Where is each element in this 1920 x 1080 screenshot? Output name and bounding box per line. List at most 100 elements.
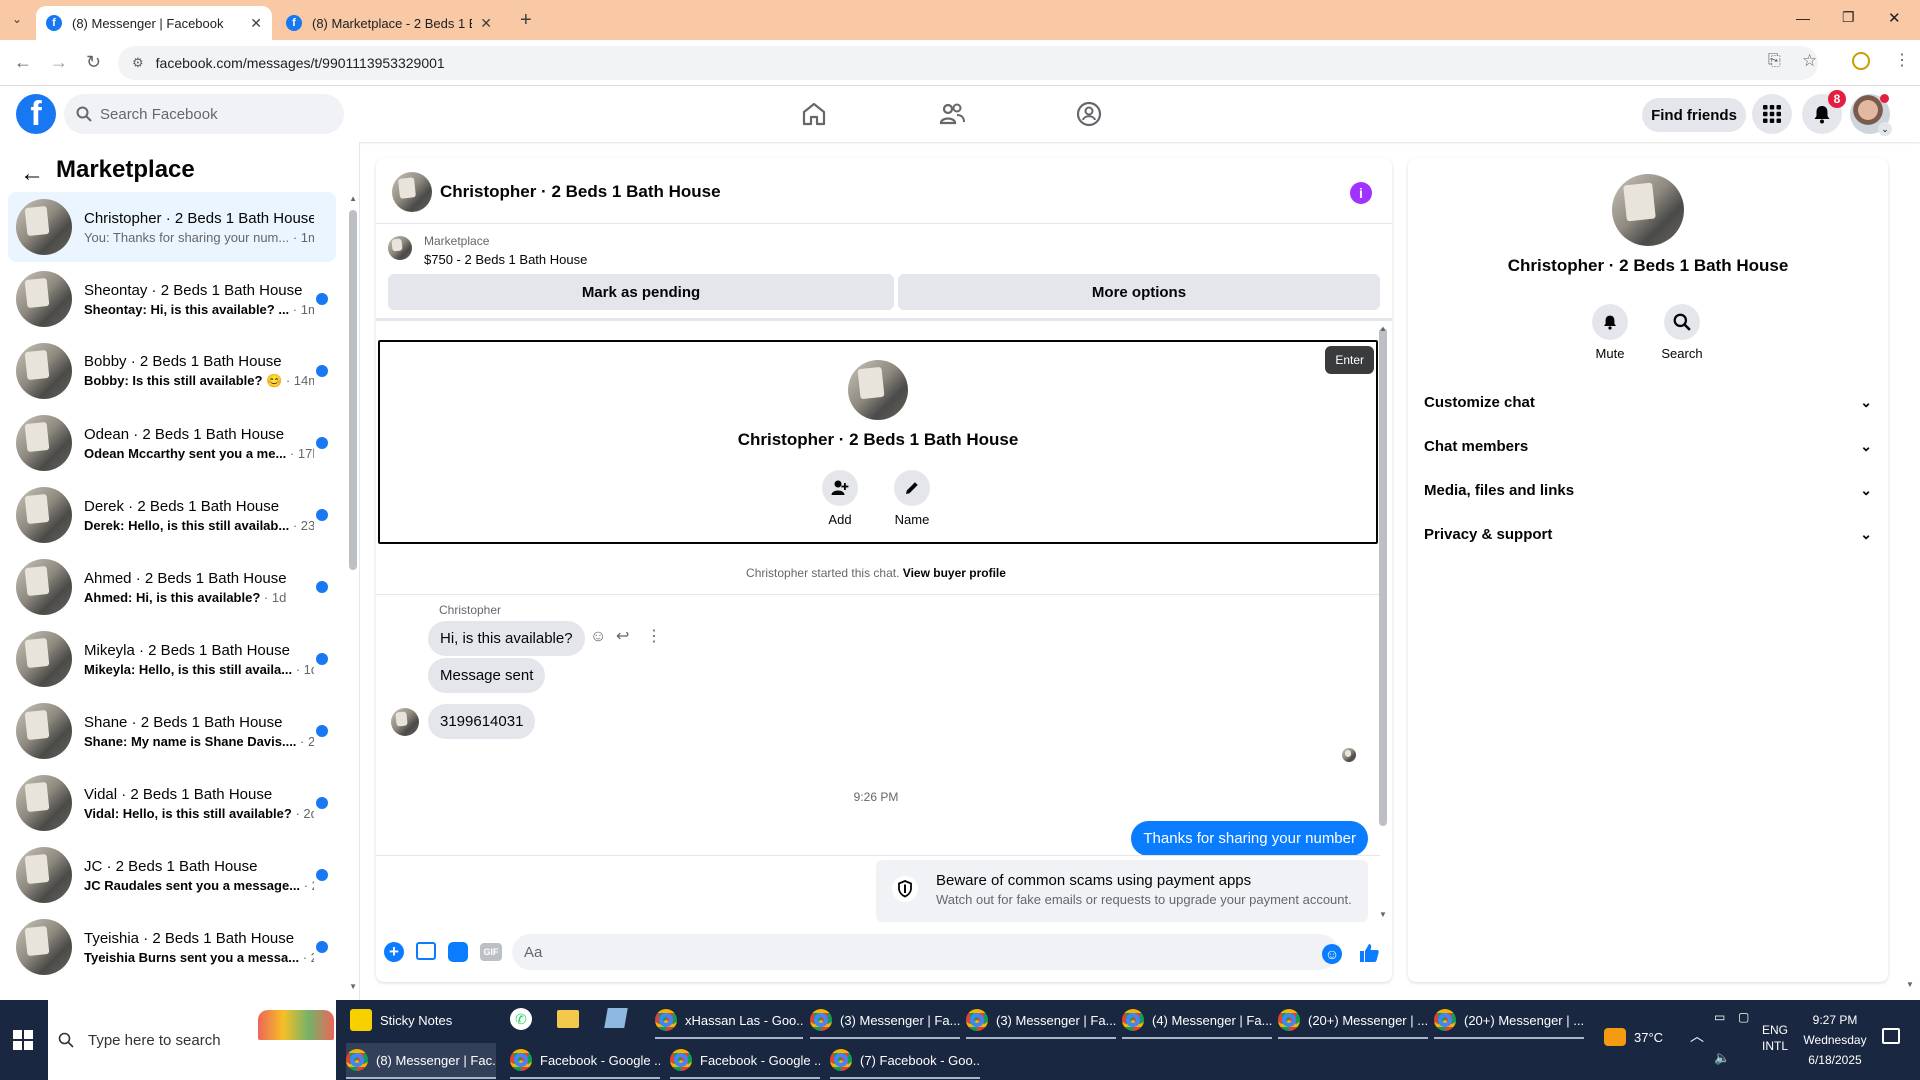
emoji-icon[interactable]: ☺ bbox=[1322, 944, 1342, 964]
minimize-icon[interactable]: — bbox=[1796, 10, 1810, 26]
whatsapp-icon[interactable]: ✆ bbox=[510, 1008, 532, 1030]
scroll-up-icon[interactable]: ▲ bbox=[349, 194, 357, 203]
volume-icon[interactable]: 🔈 bbox=[1714, 1050, 1730, 1066]
chat-members-section[interactable]: Chat members ⌄ bbox=[1424, 424, 1872, 468]
tray-expand-icon[interactable]: ︿ bbox=[1690, 1026, 1704, 1046]
mark-as-pending-button[interactable]: Mark as pending bbox=[388, 274, 894, 310]
back-arrow-icon[interactable]: ← bbox=[20, 160, 44, 188]
conversation-row[interactable]: Tyeishia · 2 Beds 1 Bath House Tyeishia B… bbox=[8, 912, 336, 982]
taskbar-chrome-window[interactable]: (20+) Messenger | ... bbox=[1278, 1003, 1428, 1037]
site-info-icon[interactable]: ⚙ bbox=[132, 55, 144, 71]
list-scrollbar[interactable] bbox=[349, 210, 357, 570]
mute-button[interactable] bbox=[1592, 304, 1628, 340]
privacy-support-section[interactable]: Privacy & support ⌄ bbox=[1424, 512, 1872, 556]
view-buyer-profile-link[interactable]: View buyer profile bbox=[903, 566, 1006, 580]
taskbar-chrome-window-active[interactable]: (8) Messenger | Fac... bbox=[346, 1043, 496, 1077]
sticker-icon[interactable] bbox=[448, 942, 468, 962]
conversation-row[interactable]: Christopher · 2 Beds 1 Bath House You: Th… bbox=[8, 192, 336, 262]
conversation-row[interactable]: Bobby · 2 Beds 1 Bath House Bobby: Is thi… bbox=[8, 336, 336, 406]
notification-center-icon[interactable] bbox=[1882, 1028, 1900, 1044]
conversation-row[interactable]: JC · 2 Beds 1 Bath House JC Raudales sent… bbox=[8, 840, 336, 910]
taskbar-chrome-window[interactable]: (7) Facebook - Goo... bbox=[830, 1043, 980, 1077]
taskbar-chrome-window[interactable]: Facebook - Google ... bbox=[670, 1043, 820, 1077]
find-friends-button[interactable]: Find friends bbox=[1642, 98, 1746, 132]
scroll-up-icon[interactable]: ▲ bbox=[1379, 324, 1387, 333]
search-in-chat-button[interactable] bbox=[1664, 304, 1700, 340]
message-bubble[interactable]: 3199614031 bbox=[428, 704, 536, 739]
my-message-bubble[interactable]: Thanks for sharing your number bbox=[1131, 821, 1368, 856]
clock[interactable]: 9:27 PM Wednesday 6/18/2025 bbox=[1798, 1010, 1872, 1070]
display-icon[interactable]: ▢ bbox=[1738, 1010, 1749, 1024]
taskbar-sticky-notes[interactable]: Sticky Notes bbox=[350, 1003, 496, 1037]
chat-title[interactable]: Christopher · 2 Beds 1 Bath House bbox=[440, 182, 721, 202]
language-indicator[interactable]: ENG INTL bbox=[1762, 1022, 1788, 1054]
info-icon[interactable]: i bbox=[1350, 182, 1372, 204]
new-tab-icon[interactable]: + bbox=[520, 9, 532, 32]
taskbar-chrome-window[interactable]: (3) Messenger | Fa... bbox=[810, 1003, 960, 1037]
taskbar-chrome-window[interactable]: (4) Messenger | Fa... bbox=[1122, 1003, 1272, 1037]
info-avatar[interactable] bbox=[1612, 174, 1684, 246]
profile-icon[interactable] bbox=[1852, 52, 1870, 70]
chat-header-avatar[interactable] bbox=[392, 172, 432, 212]
page-scroll-down-icon[interactable]: ▼ bbox=[1906, 980, 1914, 989]
scroll-down-icon[interactable]: ▼ bbox=[1379, 910, 1387, 919]
app-icon[interactable] bbox=[604, 1008, 628, 1028]
conversation-row[interactable]: Sheontay · 2 Beds 1 Bath House Sheontay: … bbox=[8, 264, 336, 334]
sender-avatar[interactable] bbox=[391, 708, 419, 736]
facebook-logo-icon[interactable]: f bbox=[16, 94, 56, 134]
close-icon[interactable]: ✕ bbox=[250, 15, 262, 32]
tab-messenger[interactable]: f (8) Messenger | Facebook ✕ bbox=[36, 6, 272, 40]
forward-icon[interactable]: → bbox=[50, 52, 68, 73]
gif-icon[interactable]: GIF bbox=[480, 943, 502, 961]
taskbar-chrome-window[interactable]: xHassan Las - Goo... bbox=[655, 1003, 803, 1037]
window-close-icon[interactable]: ✕ bbox=[1888, 9, 1901, 27]
weather-icon[interactable] bbox=[1604, 1028, 1626, 1046]
taskbar-chrome-window[interactable]: (3) Messenger | Fa... bbox=[966, 1003, 1116, 1037]
reply-icon[interactable]: ↩ bbox=[616, 626, 629, 646]
tab-marketplace[interactable]: f (8) Marketplace - 2 Beds 1 Bath ✕ bbox=[276, 6, 502, 40]
conversation-row[interactable]: Shane · 2 Beds 1 Bath House Shane: My nam… bbox=[8, 696, 336, 766]
message-input[interactable]: Aa bbox=[512, 934, 1338, 970]
photo-icon[interactable] bbox=[416, 942, 436, 960]
weather-temp[interactable]: 37°C bbox=[1634, 1030, 1663, 1045]
file-explorer-icon[interactable] bbox=[557, 1010, 579, 1028]
restore-icon[interactable]: ❐ bbox=[1842, 9, 1855, 26]
network-icon[interactable]: ▭ bbox=[1714, 1010, 1725, 1024]
listing-thumbnail[interactable] bbox=[388, 236, 412, 260]
home-icon[interactable] bbox=[800, 100, 828, 128]
more-options-button[interactable]: More options bbox=[898, 274, 1380, 310]
message-bubble[interactable]: Hi, is this available? bbox=[428, 621, 585, 656]
react-icon[interactable]: ☺ bbox=[590, 628, 606, 646]
menu-grid-button[interactable] bbox=[1752, 94, 1792, 134]
like-icon[interactable] bbox=[1358, 942, 1380, 964]
menu-kebab-icon[interactable]: ⋮ bbox=[1894, 50, 1910, 70]
message-bubble[interactable]: Message sent bbox=[428, 658, 546, 693]
facebook-search-input[interactable]: Search Facebook bbox=[64, 94, 344, 134]
friends-icon[interactable] bbox=[938, 100, 966, 128]
media-files-links-section[interactable]: Media, files and links ⌄ bbox=[1424, 468, 1872, 512]
conversation-row[interactable]: Ahmed · 2 Beds 1 Bath House Ahmed: Hi, is… bbox=[8, 552, 336, 622]
chat-scrollbar[interactable] bbox=[1379, 328, 1387, 826]
edit-name-button[interactable] bbox=[894, 470, 930, 506]
listing-price[interactable]: $750 - 2 Beds 1 Bath House bbox=[424, 252, 587, 267]
back-icon[interactable]: ← bbox=[14, 52, 32, 73]
reload-icon[interactable]: ↻ bbox=[86, 52, 101, 73]
customize-chat-section[interactable]: Customize chat ⌄ bbox=[1424, 380, 1872, 424]
conversation-row[interactable]: Odean · 2 Beds 1 Bath House Odean Mccarth… bbox=[8, 408, 336, 478]
conversation-row[interactable]: Mikeyla · 2 Beds 1 Bath House Mikeyla: He… bbox=[8, 624, 336, 694]
plus-icon[interactable]: + bbox=[384, 942, 404, 962]
scroll-down-icon[interactable]: ▼ bbox=[349, 982, 357, 991]
add-people-button[interactable] bbox=[822, 470, 858, 506]
url-field[interactable]: ⚙ facebook.com/messages/t/99011139533290… bbox=[118, 46, 1818, 80]
chevron-down-icon[interactable]: ⌄ bbox=[1878, 122, 1892, 136]
windows-start-icon[interactable] bbox=[13, 1030, 33, 1050]
install-icon[interactable]: ⎘ bbox=[1768, 52, 1781, 70]
conversation-row[interactable]: Vidal · 2 Beds 1 Bath House Vidal: Hello,… bbox=[8, 768, 336, 838]
conversation-row[interactable]: Derek · 2 Beds 1 Bath House Derek: Hello,… bbox=[8, 480, 336, 550]
close-icon[interactable]: ✕ bbox=[480, 15, 492, 32]
groups-icon[interactable] bbox=[1075, 100, 1103, 128]
taskbar-chrome-window[interactable]: (20+) Messenger | ... bbox=[1434, 1003, 1584, 1037]
tab-search-icon[interactable]: ⌄ bbox=[12, 12, 22, 26]
bookmark-star-icon[interactable]: ☆ bbox=[1802, 51, 1817, 71]
message-more-icon[interactable]: ⋮ bbox=[646, 626, 662, 646]
